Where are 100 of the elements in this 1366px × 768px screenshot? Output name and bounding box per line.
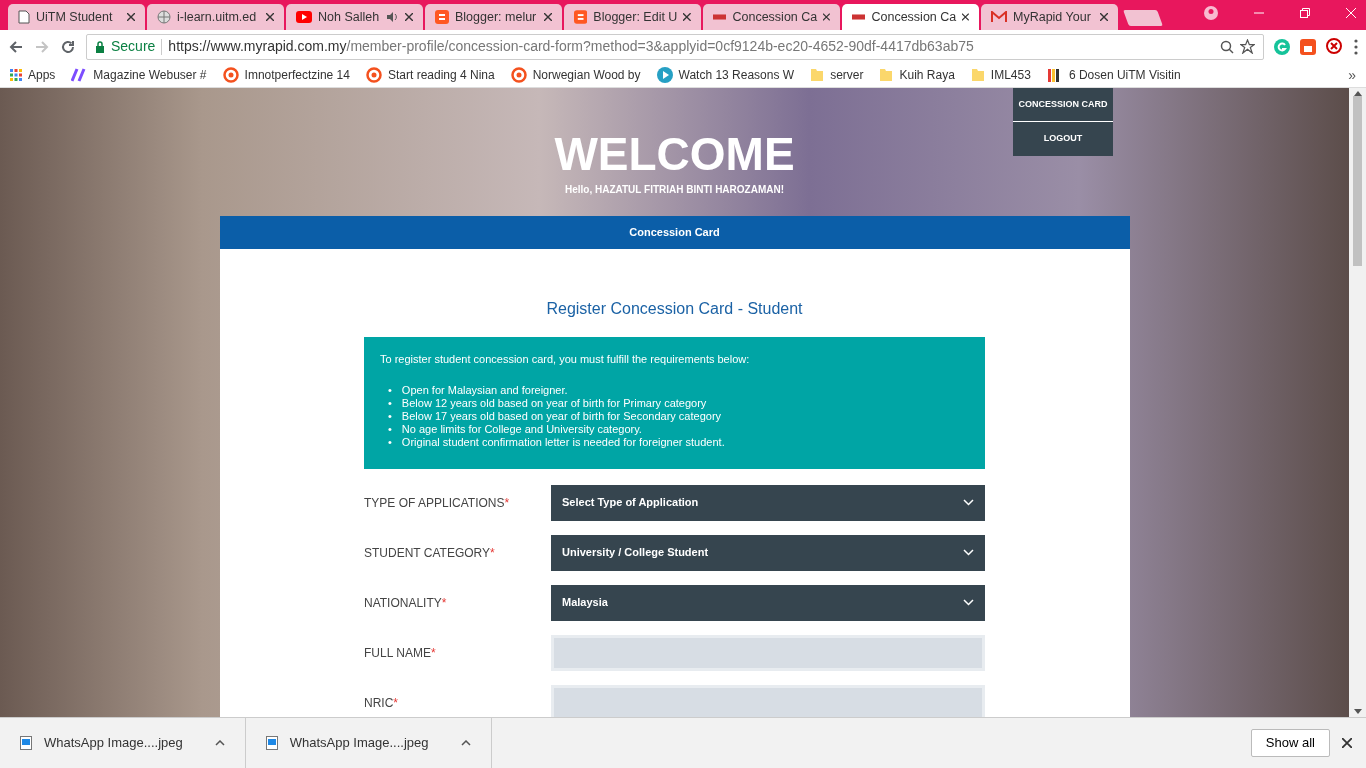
- secure-label: Secure: [111, 37, 156, 56]
- scrollbar-thumb[interactable]: [1353, 96, 1362, 266]
- required-mark: *: [504, 494, 510, 512]
- browser-tab[interactable]: Noh Salleh: [286, 4, 423, 30]
- bookmark-item[interactable]: Watch 13 Reasons W: [656, 66, 795, 84]
- section-tab[interactable]: Concession Card: [629, 224, 720, 241]
- requirement-item: No age limits for College and University category.: [401, 422, 642, 436]
- form-title: Register Concession Card - Student: [546, 299, 803, 319]
- zoom-icon[interactable]: [1220, 39, 1234, 54]
- bullet-mark: •: [388, 435, 392, 449]
- field-label: FULL NAME: [364, 644, 431, 662]
- logo-icon: [713, 14, 727, 20]
- menu-icon[interactable]: [1354, 38, 1358, 55]
- folder-icon: [879, 68, 894, 82]
- ring-icon: [222, 67, 239, 83]
- chevron-down-icon: [963, 499, 974, 506]
- chevron-down-icon: [963, 549, 974, 556]
- close-icon[interactable]: [823, 13, 830, 21]
- browser-tab[interactable]: Blogger: melur: [425, 4, 562, 30]
- slash-logo-icon: [71, 68, 88, 82]
- download-item[interactable]: WhatsApp Image....jpeg: [245, 718, 492, 768]
- reload-icon[interactable]: [60, 38, 76, 55]
- restore-icon[interactable]: [1300, 8, 1310, 18]
- close-icon[interactable]: [962, 13, 969, 21]
- browser-tab[interactable]: i-learn.uitm.ed: [147, 4, 284, 30]
- close-icon[interactable]: [544, 13, 552, 21]
- close-icon[interactable]: [127, 13, 135, 21]
- bookmark-item[interactable]: server: [810, 66, 864, 84]
- profile-icon[interactable]: [1204, 6, 1218, 20]
- extension-icon[interactable]: [1326, 37, 1344, 56]
- play-icon: [656, 67, 673, 83]
- apps-grid-icon: [10, 69, 22, 81]
- bookmark-item[interactable]: Start reading 4 Nina: [365, 66, 495, 84]
- ring-icon: [510, 67, 527, 83]
- nav-menu-item[interactable]: LOGOUT: [1013, 122, 1113, 156]
- requirement-item: Below 17 years old based on year of birth for Secondary category: [401, 409, 722, 423]
- address-bar[interactable]: Secure https://www.myrapid.com.my/member-profile/concession-card-form?method=3&applyid=0cf9124b-ec20-4652-90df-4417db63ab75: [86, 33, 1264, 60]
- required-mark: *: [490, 544, 495, 562]
- field-label: NRIC: [364, 694, 394, 712]
- field-label: NATIONALITY: [364, 594, 442, 612]
- requirement-item: Below 12 years old based on year of birth for Primary category: [401, 396, 707, 410]
- new-tab-button[interactable]: [1123, 10, 1163, 26]
- bookmark-item[interactable]: Norwegian Wood by: [510, 66, 641, 84]
- globe-icon: [157, 10, 171, 24]
- bookmark-item[interactable]: IML453: [970, 66, 1031, 84]
- nav-menu-item[interactable]: CONCESSION CARD: [1013, 88, 1113, 122]
- image-file-icon: [265, 736, 278, 750]
- page-icon: [18, 10, 30, 24]
- browser-tab[interactable]: MyRapid Your: [981, 4, 1118, 30]
- close-icon[interactable]: [1342, 738, 1352, 748]
- ring-icon: [365, 67, 382, 83]
- required-mark: *: [393, 694, 398, 712]
- field-label: TYPE OF APPLICATIONS: [364, 494, 505, 512]
- bookmark-item[interactable]: 6 Dosen UiTM Visitin: [1046, 66, 1181, 84]
- close-icon[interactable]: [683, 13, 691, 21]
- requirements-intro: To register student concession card, you must fulfill the requirements below:: [380, 352, 751, 367]
- welcome-heading: WELCOME: [554, 128, 795, 180]
- bookmark-item[interactable]: Kuih Raya: [879, 66, 955, 84]
- scrollbar[interactable]: [1349, 88, 1366, 717]
- browser-tab[interactable]: Blogger: Edit U: [564, 4, 701, 30]
- lock-icon: [95, 40, 105, 53]
- bullet-mark: •: [388, 383, 392, 397]
- extension-icon[interactable]: [1300, 38, 1316, 55]
- input-field[interactable]: [551, 684, 985, 717]
- dropdown-field[interactable]: Malaysia: [551, 584, 985, 621]
- download-item[interactable]: WhatsApp Image....jpeg: [0, 718, 246, 768]
- close-icon[interactable]: [405, 13, 413, 21]
- close-icon[interactable]: [266, 13, 274, 21]
- dropdown-field[interactable]: Select Type of Application: [551, 484, 985, 521]
- more-bookmarks-button[interactable]: »: [1348, 64, 1356, 86]
- url-text: https://www.myrapid.com.my/member-profile/concession-card-form?method=3&applyid=0cf9124b-ec20-4652-90df-4417db63ab75: [168, 37, 974, 56]
- browser-tab[interactable]: Concession Ca: [842, 4, 979, 30]
- show-all-button[interactable]: Show all: [1250, 729, 1330, 757]
- logo-icon: [852, 14, 866, 20]
- required-mark: *: [441, 594, 447, 612]
- scroll-down-icon[interactable]: [1353, 709, 1362, 715]
- greeting-text: Hello, HAZATUL FITRIAH BINTI HAROZAMAN!: [564, 183, 785, 197]
- browser-tab[interactable]: UiTM Student: [8, 4, 145, 30]
- input-field[interactable]: [551, 634, 985, 671]
- star-icon[interactable]: [1240, 39, 1255, 54]
- caret-icon[interactable]: [214, 740, 225, 746]
- folder-icon: [970, 68, 985, 82]
- blogger-icon: [574, 10, 588, 24]
- bookmark-item[interactable]: Apps: [10, 66, 56, 84]
- browser-tab[interactable]: Concession Ca: [703, 4, 840, 30]
- mail-icon: [991, 11, 1007, 23]
- close-icon[interactable]: [1100, 13, 1108, 21]
- folder-icon: [810, 68, 825, 82]
- blogger-icon: [435, 10, 449, 24]
- field-label: STUDENT CATEGORY: [364, 544, 491, 562]
- caret-icon[interactable]: [460, 740, 471, 746]
- bookmark-item[interactable]: Magazine Webuser #: [71, 66, 207, 84]
- chevron-down-icon: [963, 599, 974, 606]
- bookmark-item[interactable]: Imnotperfectzine 14: [222, 66, 350, 84]
- requirement-item: Open for Malaysian and foreigner.: [401, 383, 568, 397]
- bullet-mark: •: [388, 409, 392, 423]
- back-icon[interactable]: [8, 38, 24, 55]
- image-file-icon: [20, 736, 32, 750]
- play-icon: [296, 11, 312, 23]
- dropdown-field[interactable]: University / College Student: [551, 534, 985, 571]
